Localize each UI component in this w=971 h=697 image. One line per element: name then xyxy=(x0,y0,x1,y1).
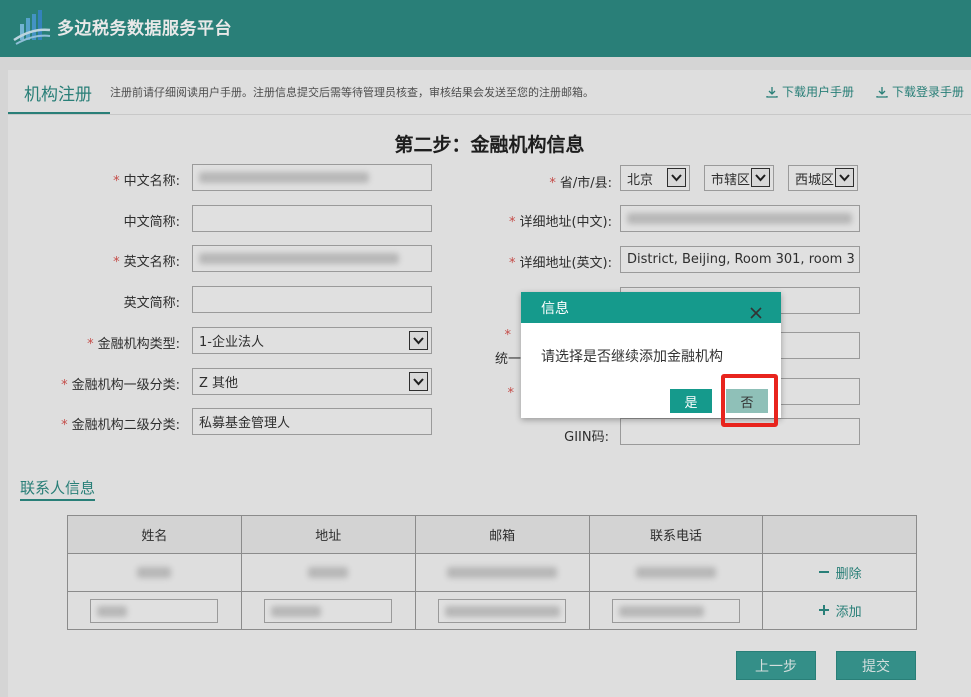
dialog-yes-button[interactable]: 是 xyxy=(670,389,712,413)
close-icon[interactable] xyxy=(749,306,763,320)
annotation-highlight-box xyxy=(721,374,778,427)
modal-overlay xyxy=(0,0,971,697)
dialog-message: 请选择是否继续添加金融机构 xyxy=(541,349,723,365)
dialog-title: 信息 xyxy=(541,300,569,317)
dialog-header: 信息 xyxy=(521,292,781,323)
